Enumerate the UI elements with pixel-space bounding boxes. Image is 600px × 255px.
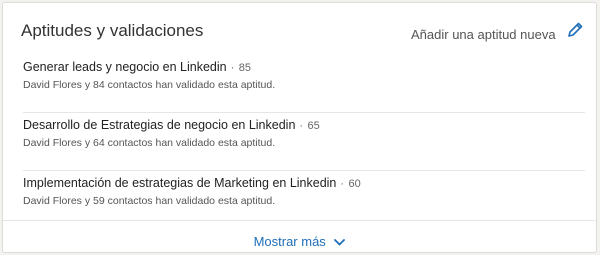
endorsement-count[interactable]: 85 — [239, 62, 251, 74]
endorsement-count[interactable]: 65 — [308, 120, 320, 132]
endorsement-text: David Flores y 84 contactos han validado… — [23, 79, 276, 91]
show-more-button[interactable]: Mostrar más — [3, 234, 596, 249]
skill-item[interactable]: Desarrollo de Estrategias de negocio en … — [23, 113, 585, 171]
skills-card: Aptitudes y validaciones Añadir una apti… — [2, 2, 597, 253]
skills-list: Generar leads y negocio en Linkedin · 85 … — [23, 55, 585, 229]
skill-item[interactable]: Generar leads y negocio en Linkedin · 85 … — [23, 55, 585, 113]
separator: · — [340, 178, 345, 190]
endorsement-text: David Flores y 64 contactos han validado… — [23, 137, 276, 149]
separator: · — [230, 62, 235, 74]
separator: · — [299, 120, 304, 132]
add-skill-button[interactable]: Añadir una aptitud nueva — [411, 27, 556, 42]
endorsement-count[interactable]: 60 — [349, 178, 361, 190]
skill-name[interactable]: Desarrollo de Estrategias de negocio en … — [23, 118, 295, 132]
show-more-label: Mostrar más — [253, 234, 326, 249]
pencil-icon[interactable] — [565, 20, 585, 40]
footer-divider — [3, 220, 596, 221]
skill-name[interactable]: Generar leads y negocio en Linkedin — [23, 60, 227, 74]
skill-name[interactable]: Implementación de estrategias de Marketi… — [23, 176, 336, 190]
section-title: Aptitudes y validaciones — [21, 21, 204, 40]
chevron-down-icon — [334, 239, 346, 246]
endorsement-text: David Flores y 59 contactos han validado… — [23, 195, 276, 207]
